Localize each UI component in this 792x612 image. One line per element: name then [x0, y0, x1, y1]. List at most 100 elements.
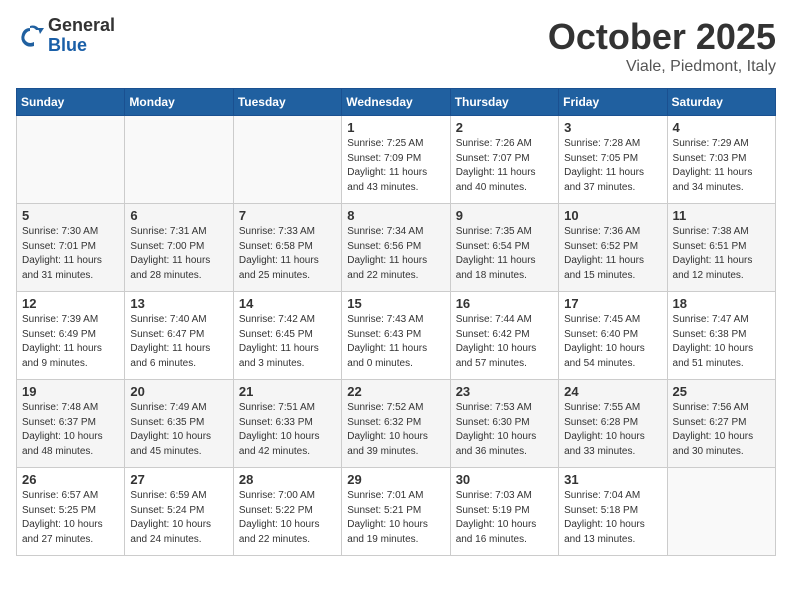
day-number: 26	[22, 472, 119, 487]
calendar-cell	[667, 468, 775, 556]
calendar-cell: 26 Sunrise: 6:57 AM Sunset: 5:25 PM Dayli…	[17, 468, 125, 556]
day-info: Sunrise: 7:56 AM Sunset: 6:27 PM Dayligh…	[673, 401, 770, 459]
logo-blue-text: Blue	[48, 36, 115, 56]
calendar-cell: 1 Sunrise: 7:25 AM Sunset: 7:09 PM Daylig…	[342, 116, 450, 204]
day-number: 2	[456, 120, 553, 135]
calendar-week-row: 1 Sunrise: 7:25 AM Sunset: 7:09 PM Daylig…	[17, 116, 776, 204]
column-header-wednesday: Wednesday	[342, 89, 450, 116]
day-info: Sunrise: 6:59 AM Sunset: 5:24 PM Dayligh…	[130, 489, 227, 547]
title-block: October 2025 Viale, Piedmont, Italy	[548, 16, 776, 76]
day-info: Sunrise: 7:51 AM Sunset: 6:33 PM Dayligh…	[239, 401, 336, 459]
calendar-cell: 11 Sunrise: 7:38 AM Sunset: 6:51 PM Dayli…	[667, 204, 775, 292]
day-info: Sunrise: 7:28 AM Sunset: 7:05 PM Dayligh…	[564, 137, 661, 195]
calendar-cell: 27 Sunrise: 6:59 AM Sunset: 5:24 PM Dayli…	[125, 468, 233, 556]
calendar-cell	[233, 116, 341, 204]
day-info: Sunrise: 7:52 AM Sunset: 6:32 PM Dayligh…	[347, 401, 444, 459]
logo-text: General Blue	[48, 16, 115, 56]
day-number: 13	[130, 296, 227, 311]
column-header-thursday: Thursday	[450, 89, 558, 116]
day-info: Sunrise: 7:53 AM Sunset: 6:30 PM Dayligh…	[456, 401, 553, 459]
calendar-cell: 14 Sunrise: 7:42 AM Sunset: 6:45 PM Dayli…	[233, 292, 341, 380]
day-number: 23	[456, 384, 553, 399]
day-number: 8	[347, 208, 444, 223]
day-number: 1	[347, 120, 444, 135]
day-info: Sunrise: 7:44 AM Sunset: 6:42 PM Dayligh…	[456, 313, 553, 371]
day-info: Sunrise: 7:04 AM Sunset: 5:18 PM Dayligh…	[564, 489, 661, 547]
calendar-cell: 3Sunrise: 7:28 AM Sunset: 7:05 PM Daylig…	[559, 116, 667, 204]
calendar-cell: 8 Sunrise: 7:34 AM Sunset: 6:56 PM Daylig…	[342, 204, 450, 292]
calendar-week-row: 19 Sunrise: 7:48 AM Sunset: 6:37 PM Dayli…	[17, 380, 776, 468]
calendar-cell: 2 Sunrise: 7:26 AM Sunset: 7:07 PM Daylig…	[450, 116, 558, 204]
logo-general-text: General	[48, 16, 115, 36]
calendar-cell: 15 Sunrise: 7:43 AM Sunset: 6:43 PM Dayli…	[342, 292, 450, 380]
calendar-cell: 9Sunrise: 7:35 AM Sunset: 6:54 PM Daylig…	[450, 204, 558, 292]
calendar-cell: 29 Sunrise: 7:01 AM Sunset: 5:21 PM Dayli…	[342, 468, 450, 556]
day-info: Sunrise: 7:43 AM Sunset: 6:43 PM Dayligh…	[347, 313, 444, 371]
day-info: Sunrise: 7:01 AM Sunset: 5:21 PM Dayligh…	[347, 489, 444, 547]
day-number: 5	[22, 208, 119, 223]
day-info: Sunrise: 7:31 AM Sunset: 7:00 PM Dayligh…	[130, 225, 227, 283]
day-number: 25	[673, 384, 770, 399]
day-number: 27	[130, 472, 227, 487]
calendar-week-row: 26 Sunrise: 6:57 AM Sunset: 5:25 PM Dayli…	[17, 468, 776, 556]
calendar-cell: 21 Sunrise: 7:51 AM Sunset: 6:33 PM Dayli…	[233, 380, 341, 468]
calendar-cell: 28Sunrise: 7:00 AM Sunset: 5:22 PM Dayli…	[233, 468, 341, 556]
day-number: 7	[239, 208, 336, 223]
day-info: Sunrise: 7:42 AM Sunset: 6:45 PM Dayligh…	[239, 313, 336, 371]
day-info: Sunrise: 7:45 AM Sunset: 6:40 PM Dayligh…	[564, 313, 661, 371]
calendar-cell: 13Sunrise: 7:40 AM Sunset: 6:47 PM Dayli…	[125, 292, 233, 380]
day-number: 14	[239, 296, 336, 311]
day-info: Sunrise: 7:38 AM Sunset: 6:51 PM Dayligh…	[673, 225, 770, 283]
day-info: Sunrise: 7:48 AM Sunset: 6:37 PM Dayligh…	[22, 401, 119, 459]
logo: General Blue	[16, 16, 115, 56]
calendar-cell: 24 Sunrise: 7:55 AM Sunset: 6:28 PM Dayli…	[559, 380, 667, 468]
day-number: 4	[673, 120, 770, 135]
day-info: Sunrise: 7:03 AM Sunset: 5:19 PM Dayligh…	[456, 489, 553, 547]
column-header-monday: Monday	[125, 89, 233, 116]
column-header-saturday: Saturday	[667, 89, 775, 116]
calendar-cell: 10Sunrise: 7:36 AM Sunset: 6:52 PM Dayli…	[559, 204, 667, 292]
day-number: 20	[130, 384, 227, 399]
page-header: General Blue October 2025 Viale, Piedmon…	[16, 16, 776, 76]
calendar-cell: 4Sunrise: 7:29 AM Sunset: 7:03 PM Daylig…	[667, 116, 775, 204]
day-number: 21	[239, 384, 336, 399]
day-number: 29	[347, 472, 444, 487]
calendar-cell: 25 Sunrise: 7:56 AM Sunset: 6:27 PM Dayli…	[667, 380, 775, 468]
calendar-cell: 12Sunrise: 7:39 AM Sunset: 6:49 PM Dayli…	[17, 292, 125, 380]
day-info: Sunrise: 7:26 AM Sunset: 7:07 PM Dayligh…	[456, 137, 553, 195]
calendar-cell: 22 Sunrise: 7:52 AM Sunset: 6:32 PM Dayli…	[342, 380, 450, 468]
calendar-cell: 5 Sunrise: 7:30 AM Sunset: 7:01 PM Daylig…	[17, 204, 125, 292]
calendar-cell: 6Sunrise: 7:31 AM Sunset: 7:00 PM Daylig…	[125, 204, 233, 292]
day-number: 10	[564, 208, 661, 223]
calendar-cell: 19 Sunrise: 7:48 AM Sunset: 6:37 PM Dayli…	[17, 380, 125, 468]
day-number: 9	[456, 208, 553, 223]
calendar-week-row: 5 Sunrise: 7:30 AM Sunset: 7:01 PM Daylig…	[17, 204, 776, 292]
calendar-cell	[125, 116, 233, 204]
day-number: 31	[564, 472, 661, 487]
month-title: October 2025	[548, 16, 776, 58]
day-info: Sunrise: 7:55 AM Sunset: 6:28 PM Dayligh…	[564, 401, 661, 459]
day-info: Sunrise: 7:39 AM Sunset: 6:49 PM Dayligh…	[22, 313, 119, 371]
day-info: Sunrise: 7:47 AM Sunset: 6:38 PM Dayligh…	[673, 313, 770, 371]
day-info: Sunrise: 6:57 AM Sunset: 5:25 PM Dayligh…	[22, 489, 119, 547]
logo-icon	[16, 22, 44, 50]
day-number: 19	[22, 384, 119, 399]
calendar-cell: 7 Sunrise: 7:33 AM Sunset: 6:58 PM Daylig…	[233, 204, 341, 292]
day-info: Sunrise: 7:25 AM Sunset: 7:09 PM Dayligh…	[347, 137, 444, 195]
day-number: 30	[456, 472, 553, 487]
day-number: 11	[673, 208, 770, 223]
calendar-cell: 18 Sunrise: 7:47 AM Sunset: 6:38 PM Dayli…	[667, 292, 775, 380]
day-number: 15	[347, 296, 444, 311]
column-header-friday: Friday	[559, 89, 667, 116]
day-info: Sunrise: 7:34 AM Sunset: 6:56 PM Dayligh…	[347, 225, 444, 283]
calendar-header-row: SundayMondayTuesdayWednesdayThursdayFrid…	[17, 89, 776, 116]
day-info: Sunrise: 7:30 AM Sunset: 7:01 PM Dayligh…	[22, 225, 119, 283]
day-number: 24	[564, 384, 661, 399]
calendar-table: SundayMondayTuesdayWednesdayThursdayFrid…	[16, 88, 776, 556]
calendar-cell: 23 Sunrise: 7:53 AM Sunset: 6:30 PM Dayli…	[450, 380, 558, 468]
calendar-cell	[17, 116, 125, 204]
day-number: 16	[456, 296, 553, 311]
day-number: 18	[673, 296, 770, 311]
day-info: Sunrise: 7:33 AM Sunset: 6:58 PM Dayligh…	[239, 225, 336, 283]
day-number: 22	[347, 384, 444, 399]
